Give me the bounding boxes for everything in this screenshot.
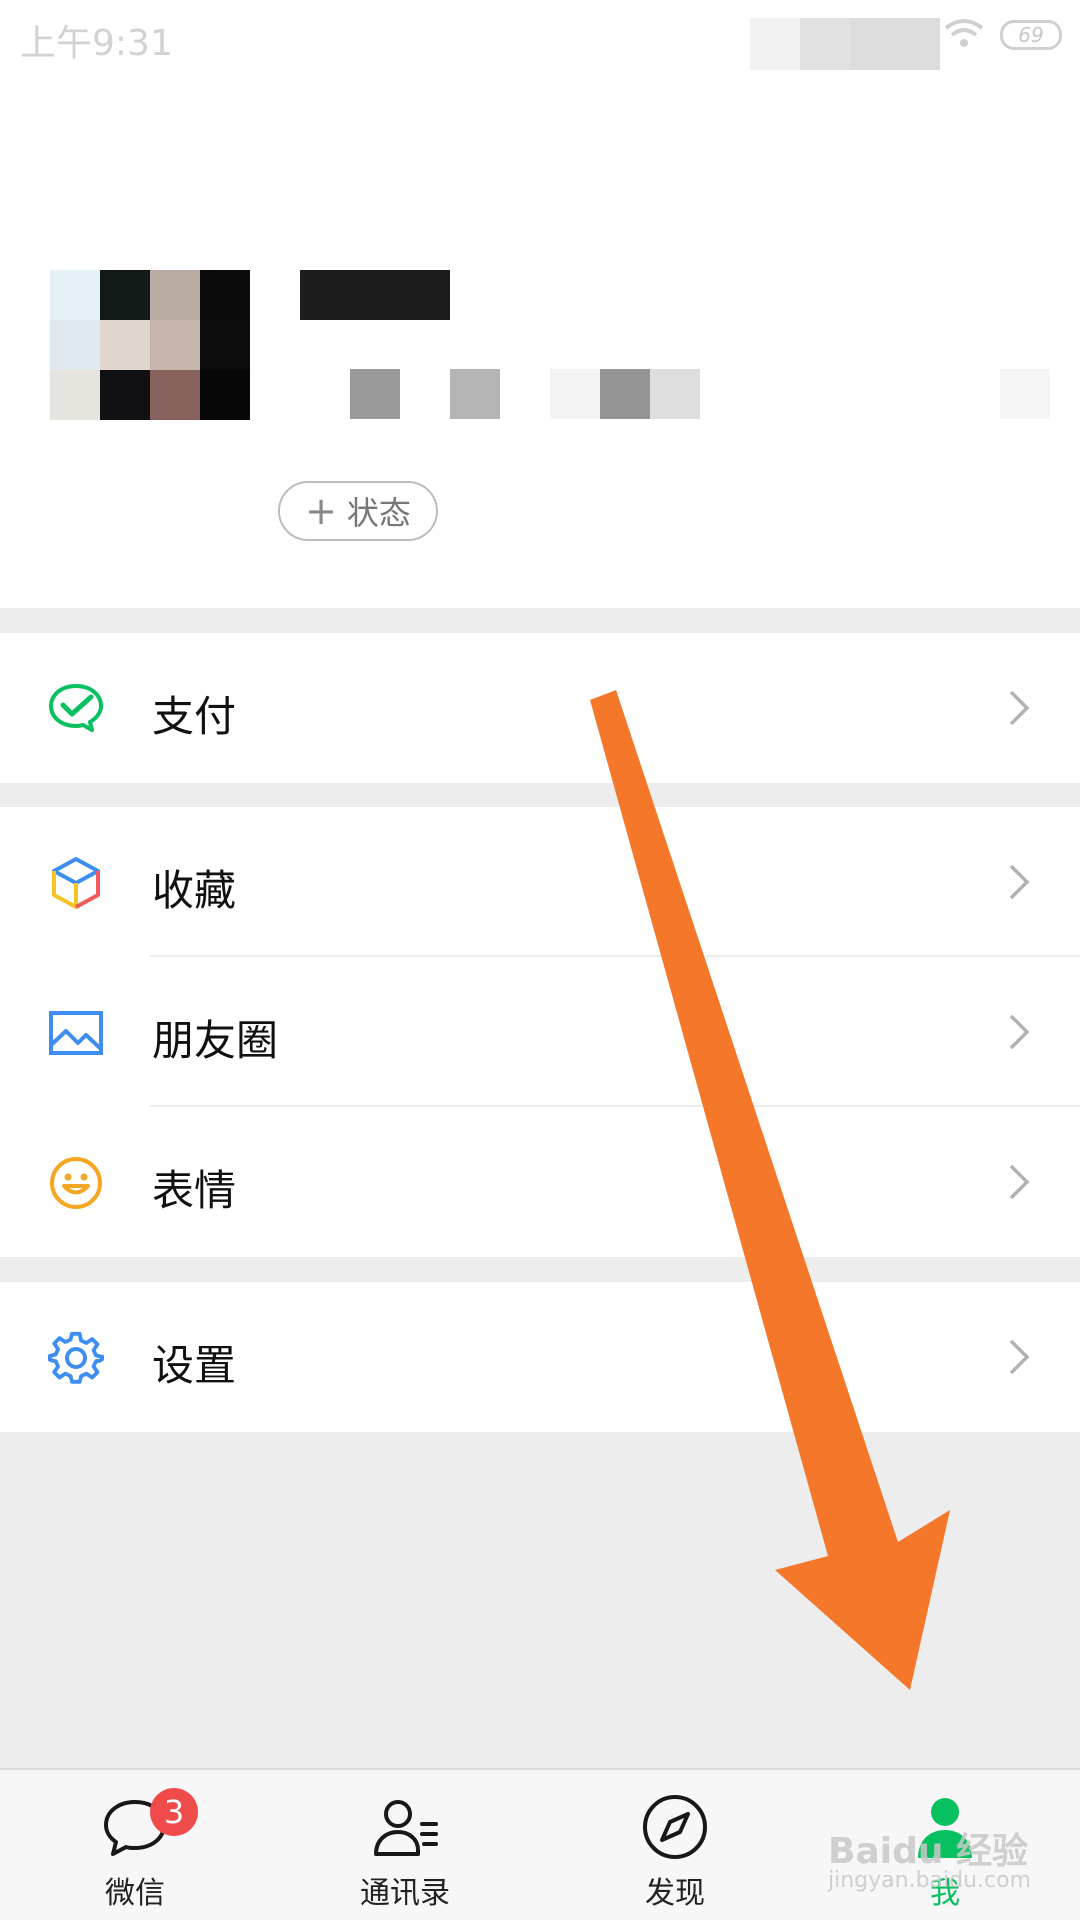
- wechat-id-redacted: [600, 369, 650, 419]
- tab-contacts[interactable]: 通讯录: [305, 1770, 505, 1920]
- watermark-logo: Baidu 经验: [828, 1831, 1029, 1872]
- menu-item-label: 支付: [152, 692, 237, 741]
- menu-item-pay[interactable]: 支付: [0, 633, 1080, 783]
- status-bar: 上午9:31 69: [0, 0, 1080, 75]
- wechat-id-redacted: [450, 369, 500, 419]
- chevron-right-icon: [1009, 1014, 1030, 1050]
- wifi-icon: [944, 19, 984, 47]
- tab-label: 发现: [645, 1876, 705, 1911]
- menu-item-label: 设置: [152, 1341, 237, 1390]
- menu-item-favorites[interactable]: 收藏: [0, 807, 1080, 957]
- contacts-icon: [374, 1800, 438, 1856]
- favorites-cube-icon: [52, 857, 100, 909]
- tab-label: 通讯录: [360, 1876, 450, 1911]
- chevron-right-icon: [1009, 1339, 1030, 1375]
- add-status-button[interactable]: + 状态: [278, 481, 438, 541]
- menu-group-content: 收藏 朋友圈 表情: [0, 807, 1080, 1257]
- tab-discover[interactable]: 发现: [575, 1770, 775, 1920]
- menu-group-settings: 设置: [0, 1282, 1080, 1432]
- wechat-pay-icon: [49, 684, 103, 732]
- menu-item-label: 收藏: [152, 866, 237, 915]
- plus-icon: +: [305, 489, 337, 533]
- battery-icon: 69: [1000, 20, 1062, 50]
- wechat-id-redacted: [650, 369, 700, 419]
- menu-item-label: 朋友圈: [152, 1016, 279, 1065]
- tab-chats[interactable]: 微信: [35, 1770, 235, 1920]
- profile-header[interactable]: [0, 75, 1080, 608]
- blurred-status-area: [800, 18, 850, 70]
- menu-item-label: 表情: [152, 1166, 237, 1215]
- wechat-id-redacted: [350, 369, 400, 419]
- status-button-label: 状态: [346, 494, 411, 532]
- chevron-right-icon: [1009, 690, 1030, 726]
- menu-item-settings[interactable]: 设置: [0, 1282, 1080, 1432]
- chevron-right-icon: [1009, 864, 1030, 900]
- status-time: 上午9:31: [20, 23, 173, 64]
- smiley-face-icon: [50, 1157, 102, 1209]
- menu-item-stickers[interactable]: 表情: [0, 1107, 1080, 1257]
- moments-photo-icon: [49, 1011, 103, 1055]
- watermark-url: jingyan.baidu.com: [828, 1868, 1032, 1893]
- qr-code-icon[interactable]: [1000, 369, 1050, 419]
- chevron-right-icon: [1009, 1164, 1030, 1200]
- wechat-id-redacted: [550, 369, 600, 419]
- avatar[interactable]: [50, 270, 250, 420]
- menu-item-moments[interactable]: 朋友圈: [0, 957, 1080, 1107]
- nickname-redacted: [300, 270, 450, 320]
- unread-badge: 3: [150, 1788, 198, 1836]
- signal-icon: [850, 18, 940, 70]
- compass-icon: [643, 1795, 707, 1859]
- menu-group-pay: 支付: [0, 633, 1080, 783]
- settings-gear-icon: [48, 1331, 104, 1384]
- blurred-status-area: [750, 18, 800, 70]
- tab-label: 微信: [105, 1876, 165, 1911]
